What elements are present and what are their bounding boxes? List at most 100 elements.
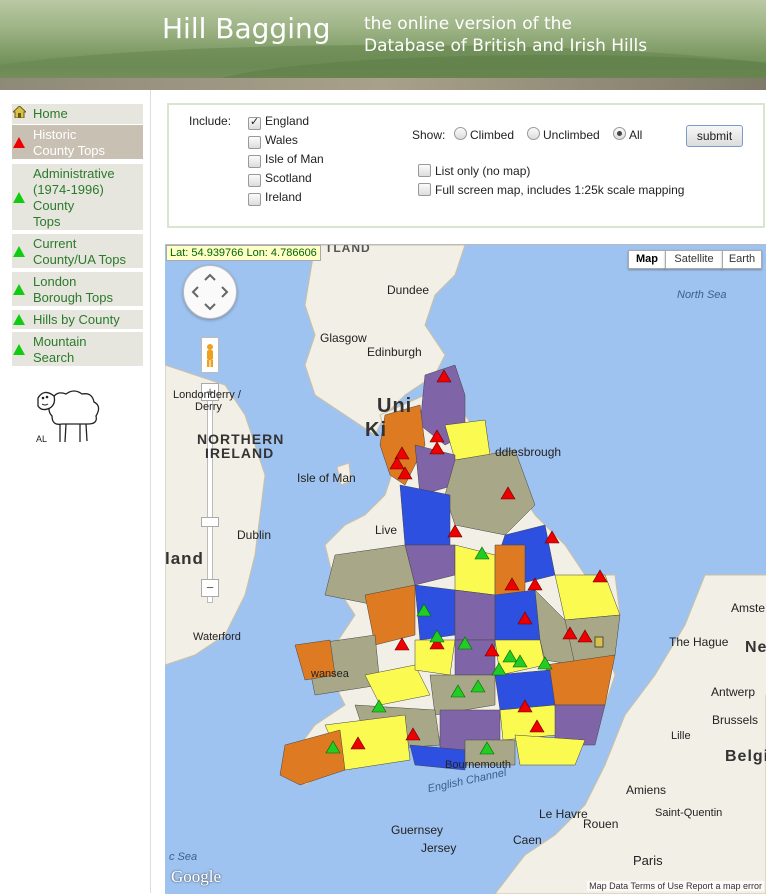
- green-triangle-icon: [13, 192, 25, 203]
- map-label-edinburgh: Edinburgh: [367, 345, 422, 359]
- map-base: [165, 245, 766, 894]
- map-type-map-button[interactable]: Map: [628, 250, 666, 269]
- include-label: Include:: [189, 114, 232, 128]
- map-label-jersey: Jersey: [421, 841, 457, 855]
- map-label-isle-of-man: Isle of Man: [297, 471, 356, 485]
- map-label-middlesbrough: ddlesbrough: [495, 445, 562, 459]
- ireland-checkbox[interactable]: [248, 193, 261, 206]
- street-view-pegman[interactable]: [201, 337, 219, 373]
- sidebar-item-label: County Tops: [33, 143, 106, 158]
- sheep-caption: AL: [36, 434, 47, 444]
- list-only-label: List only (no map): [435, 164, 531, 178]
- site-title[interactable]: Hill Bagging: [162, 12, 331, 45]
- sidebar-item-administrative-county-tops[interactable]: Administrative (1974-1996) County Tops: [12, 164, 143, 230]
- pegman-icon: [207, 344, 213, 367]
- map-label-belgium: Belgi: [725, 748, 766, 765]
- filter-form: Include: England Wales Isle of Man Scotl…: [167, 103, 765, 228]
- map-label-derry: Derry: [195, 401, 222, 413]
- england-label: England: [265, 114, 310, 128]
- sidebar-item-london-borough-tops[interactable]: London Borough Tops: [12, 272, 143, 306]
- map-label-glasgow: Glasgow: [320, 331, 367, 345]
- sidebar-item-label: County/UA Tops: [33, 252, 126, 267]
- sidebar-item-label: Administrative: [33, 166, 115, 181]
- full-screen-checkbox[interactable]: [418, 183, 431, 196]
- map-label-guernsey: Guernsey: [391, 823, 444, 837]
- sidebar-item-home[interactable]: Home: [12, 104, 143, 124]
- map-canvas[interactable]: Lat: 54.939766 Lon: 4.786606 Map Satelli…: [165, 244, 766, 894]
- tagline-line-1: the online version of the: [364, 14, 572, 34]
- map-label-the-hague: The Hague: [669, 635, 729, 649]
- sidebar-item-label: Tops: [33, 214, 61, 229]
- sidebar-item-label: Current: [33, 236, 77, 251]
- map-label-brussels: Brussels: [712, 713, 759, 727]
- coordinate-readout: Lat: 54.939766 Lon: 4.786606: [166, 245, 321, 261]
- ireland-label: Ireland: [265, 190, 302, 204]
- sidebar-item-historic-county-tops[interactable]: Historic County Tops: [12, 125, 143, 159]
- zoom-out-button[interactable]: −: [201, 579, 219, 597]
- map-attribution[interactable]: Map Data Terms of Use Report a map error: [587, 881, 764, 891]
- tagline-line-2: Database of British and Irish Hills: [364, 36, 648, 56]
- zoom-slider-track[interactable]: [207, 383, 213, 603]
- green-triangle-icon: [13, 344, 25, 355]
- map-type-earth-button[interactable]: Earth: [722, 250, 762, 269]
- sidebar-item-label: (1974-1996): [33, 182, 104, 197]
- sidebar-item-label: Home: [33, 106, 68, 121]
- site-banner: Hill Bagging the online version of the D…: [0, 0, 766, 90]
- map-label-paris: Paris: [633, 853, 663, 868]
- map-label-lille: Lille: [671, 730, 691, 742]
- scotland-checkbox[interactable]: [248, 174, 261, 187]
- zoom-slider-thumb[interactable]: [201, 517, 219, 527]
- map-label-waterford: Waterford: [193, 631, 241, 643]
- isle-of-man-checkbox[interactable]: [248, 155, 261, 168]
- pan-arrows-icon: [191, 273, 229, 311]
- sidebar-item-mountain-search[interactable]: Mountain Search: [12, 332, 143, 366]
- map-label-north-sea: North Sea: [677, 289, 727, 301]
- climbed-radio[interactable]: [454, 127, 467, 140]
- site-tagline: the online version of the Database of Br…: [364, 13, 647, 57]
- county-leicestershire: [494, 589, 541, 641]
- map-label-bournemouth: Bournemouth: [445, 759, 512, 771]
- home-marker-icon: [594, 636, 604, 648]
- county-cornwall: [279, 729, 346, 786]
- sidebar-item-label: Mountain: [33, 334, 87, 349]
- map-label-liverpool: Live: [375, 523, 398, 537]
- map-label-dublin: Dublin: [237, 528, 272, 542]
- green-triangle-icon: [13, 284, 25, 295]
- map-label-united-kingdom-1: Uni: [377, 395, 413, 417]
- scotland-label: Scotland: [265, 171, 312, 185]
- map-label-dundee: Dundee: [387, 283, 430, 297]
- map-label-united-kingdom-2: Ki: [365, 419, 387, 441]
- map-label-amiens: Amiens: [626, 783, 667, 797]
- map-label-celtic-sea: c Sea: [169, 851, 198, 863]
- red-triangle-icon: [13, 137, 25, 148]
- list-only-checkbox[interactable]: [418, 164, 431, 177]
- sidebar-item-hills-by-county[interactable]: Hills by County: [12, 310, 143, 329]
- map-label-swansea: wansea: [311, 668, 349, 680]
- green-triangle-icon: [13, 246, 25, 257]
- sidebar-item-label: Hills by County: [33, 312, 120, 327]
- google-logo: Google: [171, 867, 222, 886]
- sheep-logo-icon: AL: [36, 390, 100, 444]
- county-staffordshire: [454, 589, 496, 641]
- unclimbed-radio[interactable]: [527, 127, 540, 140]
- submit-button[interactable]: submit: [686, 125, 743, 147]
- map-label-antwerp: Antwerp: [711, 685, 756, 699]
- wales-checkbox[interactable]: [248, 136, 261, 149]
- england-checkbox[interactable]: [248, 115, 261, 130]
- sidebar-item-current-county-ua-tops[interactable]: Current County/UA Tops: [12, 234, 143, 268]
- climbed-label: Climbed: [470, 128, 515, 142]
- all-radio[interactable]: [613, 127, 626, 140]
- isle-of-man-label: Isle of Man: [265, 152, 324, 166]
- map-label-saint-quentin: Saint-Quentin: [655, 807, 723, 819]
- green-triangle-icon: [13, 314, 25, 325]
- county-sussex: [514, 734, 586, 766]
- home-icon: [13, 106, 26, 118]
- map-label-amsterdam: Amste: [731, 601, 766, 615]
- sidebar: Home Historic County Tops Administrative…: [0, 90, 152, 893]
- unclimbed-label: Unclimbed: [543, 128, 600, 142]
- map-label-le-havre: Le Havre: [539, 807, 588, 821]
- all-label: All: [629, 128, 643, 142]
- wales-label: Wales: [265, 133, 298, 147]
- pan-control[interactable]: [183, 265, 237, 319]
- map-type-satellite-button[interactable]: Satellite: [665, 250, 723, 269]
